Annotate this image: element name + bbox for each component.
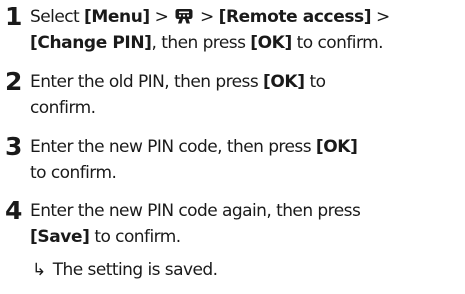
text-run: confirm. xyxy=(30,97,96,118)
phone-settings-icon xyxy=(174,8,194,34)
step-line: [Change PIN], then press [OK] to confirm… xyxy=(30,31,463,57)
step-line: Enter the new PIN code, then press [OK] xyxy=(30,135,463,161)
step-number: 4 xyxy=(5,196,23,225)
text-run: > xyxy=(195,7,219,27)
text-run: > xyxy=(149,7,174,27)
text-run: , then press xyxy=(151,32,251,53)
text-run: to confirm. xyxy=(30,162,117,183)
step-text: Enter the new PIN code again, then press… xyxy=(30,199,463,250)
step-text: Enter the new PIN code, then press [OK] … xyxy=(30,135,463,186)
step-line: Select [Menu] > > [Remote access] > xyxy=(30,5,463,31)
text-run: to confirm. xyxy=(89,226,181,247)
step-text: Select [Menu] > > [Remote access] > [Cha… xyxy=(30,5,463,56)
step-line: confirm. xyxy=(30,96,463,122)
text-run: to confirm. xyxy=(291,32,384,53)
text-run: Enter the old PIN, then press xyxy=(30,72,264,92)
text-run: Select xyxy=(30,7,84,27)
ok-label: [OK] xyxy=(315,137,358,157)
result-text: The setting is saved. xyxy=(52,260,218,280)
step-line: Enter the old PIN, then press [OK] to xyxy=(30,70,463,96)
change-pin-label: [Change PIN] xyxy=(30,32,152,53)
ok-label: [OK] xyxy=(250,32,292,53)
text-run: Enter the new PIN code again, then press xyxy=(30,201,361,221)
text-run: > xyxy=(371,7,390,27)
menu-label: [Menu] xyxy=(84,7,150,27)
ok-label: [OK] xyxy=(263,72,305,92)
step-text: Enter the old PIN, then press [OK] to co… xyxy=(30,70,463,121)
step-number: 1 xyxy=(5,2,23,31)
step-line: [Save] to confirm. xyxy=(30,225,463,251)
text-run: to xyxy=(304,72,326,92)
step-line: Enter the new PIN code again, then press xyxy=(30,199,463,225)
remote-access-label: [Remote access] xyxy=(218,7,372,27)
step-number: 3 xyxy=(5,132,23,161)
step-number: 2 xyxy=(5,67,23,96)
result-line: ↳ The setting is saved. xyxy=(32,258,218,283)
text-run: Enter the new PIN code, then press xyxy=(30,137,316,157)
result-arrow-icon: ↳ xyxy=(32,260,46,280)
save-label: [Save] xyxy=(30,226,90,247)
step-line: to confirm. xyxy=(30,161,463,187)
